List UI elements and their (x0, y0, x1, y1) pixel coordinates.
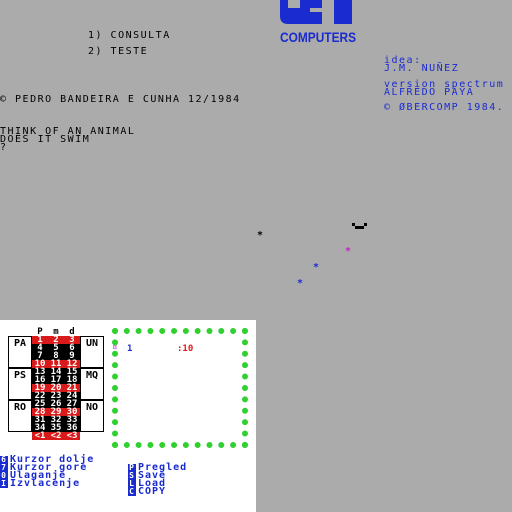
box-ps[interactable]: PS (8, 368, 32, 400)
star-icon: * (257, 230, 264, 241)
frame-cursor-icon: ¤ (112, 343, 118, 353)
calendar-grid: Pm d 1 2 3 4 5 6 7 8 9 10 11 12 13 14 15 16 17 18 19 20 21 22 23… (32, 328, 80, 441)
copyright-line: © PEDRO BANDEIRA E CUNHA 12/1984 (0, 94, 241, 105)
frame-value-2: :10 (177, 344, 194, 354)
box-ro[interactable]: RO (8, 400, 32, 432)
menu-option-consulta[interactable]: 1) CONSULTA (88, 31, 171, 41)
menu-option-teste[interactable]: 2) TESTE (88, 47, 148, 57)
star-icon: * (345, 246, 352, 257)
box-mq[interactable]: MQ (80, 368, 104, 400)
menu-label: COPY (138, 486, 167, 497)
box-label: NO (85, 402, 99, 413)
menu-item-izvlacenje[interactable]: I Izvlacenje (0, 478, 81, 489)
menu-item-copy[interactable]: C COPY (128, 486, 167, 497)
box-label: PA (13, 338, 27, 349)
menu-key: I (0, 479, 8, 488)
box-no[interactable]: NO (80, 400, 104, 432)
menu-key: C (128, 487, 136, 496)
box-label: PS (13, 370, 27, 381)
menu-label: Izvlacenje (10, 478, 81, 489)
face-sprite (352, 215, 368, 229)
box-label: RO (13, 402, 27, 413)
box-label: MQ (85, 370, 99, 381)
box-pa[interactable]: PA (8, 336, 32, 368)
credit-author: ALFREDO PAYA (384, 87, 475, 98)
box-label: UN (85, 338, 99, 349)
calendar-cell[interactable]: <3 (64, 432, 80, 441)
calendar-row: <1 <2 <3 (32, 432, 80, 441)
star-icon: * (313, 262, 320, 273)
game-question-2: DOES IT SWIM (0, 134, 91, 145)
cibercomp-logo (280, 0, 352, 24)
credit-idea-name: J.M. NUÑEZ (384, 63, 460, 74)
input-prompt[interactable]: ? (0, 143, 8, 153)
credit-copyright: © ØBERCOMP 1984. (384, 102, 505, 113)
calendar-cell[interactable]: <2 (48, 432, 64, 441)
calendar-cell[interactable]: <1 (32, 432, 48, 441)
star-icon: * (297, 278, 304, 289)
box-un[interactable]: UN (80, 336, 104, 368)
frame-value-1: 1 (127, 344, 133, 354)
logo-text: COMPUTERS (280, 29, 357, 45)
